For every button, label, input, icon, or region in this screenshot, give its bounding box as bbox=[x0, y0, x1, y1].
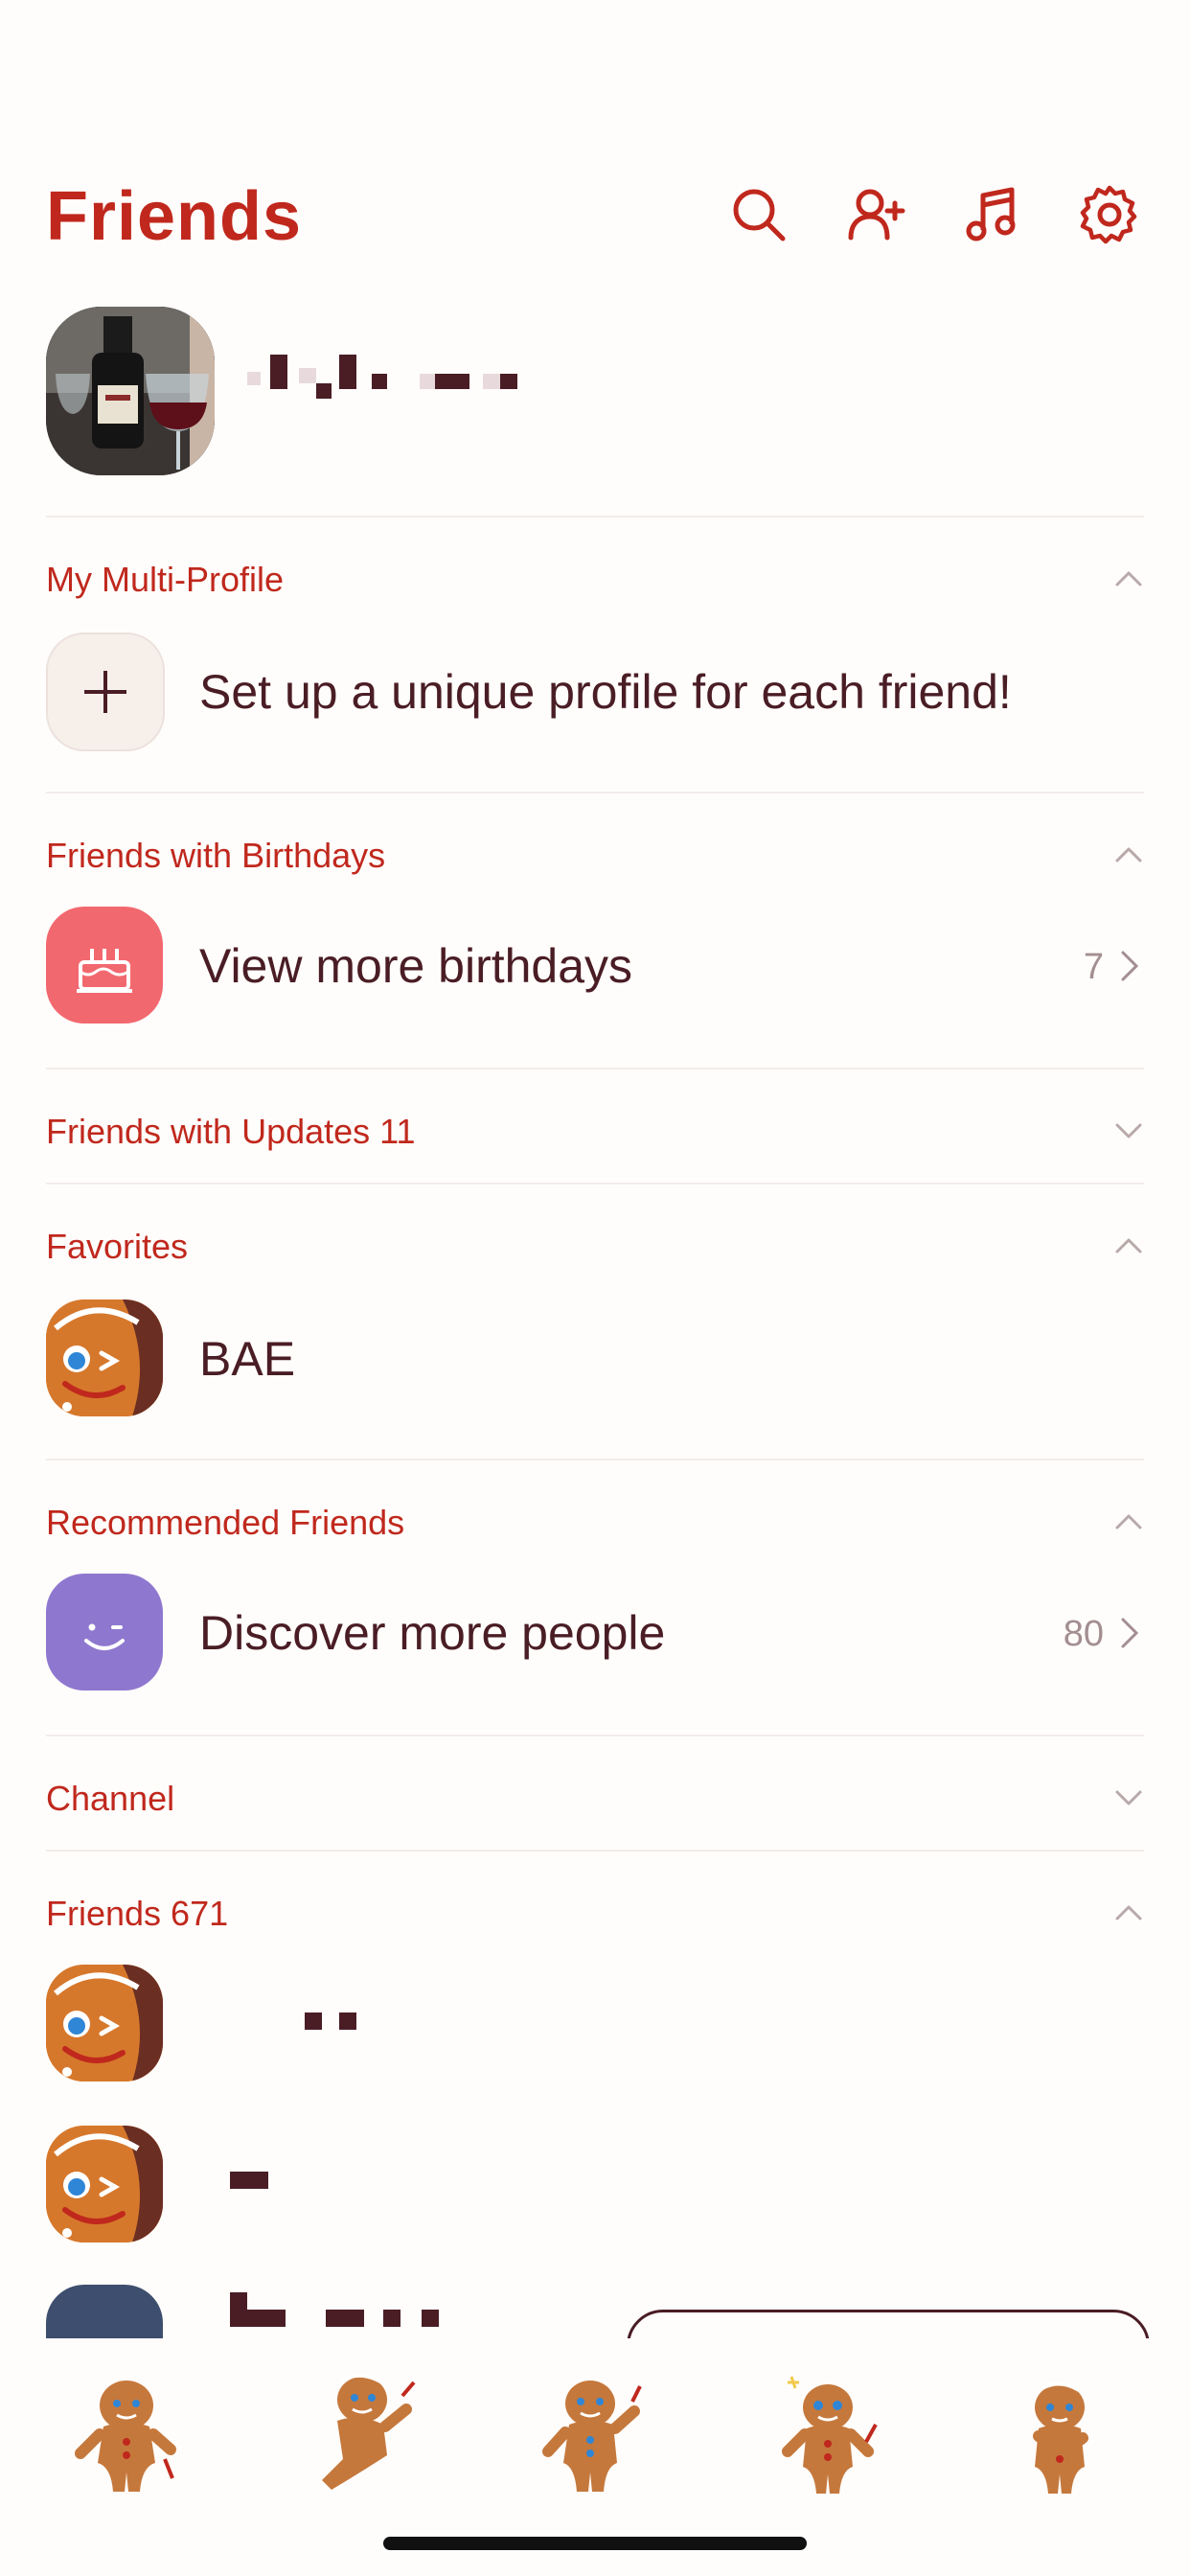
chevron-right-icon bbox=[1121, 951, 1139, 981]
friend-name-redacted bbox=[230, 2292, 517, 2331]
section-label: Favorites bbox=[46, 1227, 189, 1266]
divider bbox=[46, 1459, 1144, 1460]
section-label: Friends 671 bbox=[46, 1894, 229, 1933]
add-icon bbox=[46, 632, 165, 751]
multi-profile-setup-row[interactable]: Set up a unique profile for each friend! bbox=[46, 632, 1144, 751]
search-icon[interactable] bbox=[724, 180, 793, 249]
tab-chats[interactable] bbox=[303, 2367, 418, 2511]
add-friend-icon[interactable] bbox=[841, 180, 910, 249]
view-more-birthdays-text: View more birthdays bbox=[199, 939, 633, 993]
section-friends-with-birthdays[interactable]: Friends with Birthdays bbox=[46, 826, 1144, 884]
chevron-right-icon bbox=[1121, 1618, 1139, 1648]
section-label: Recommended Friends bbox=[46, 1503, 405, 1542]
favorite-friend-name: BAE bbox=[199, 1332, 296, 1386]
settings-icon[interactable] bbox=[1075, 180, 1144, 249]
chevron-down-icon[interactable] bbox=[1113, 1782, 1144, 1813]
friend-list-item[interactable] bbox=[46, 1965, 1144, 2083]
smiley-icon bbox=[46, 1574, 163, 1690]
header-actions bbox=[724, 180, 1144, 249]
page-title: Friends bbox=[46, 178, 303, 255]
chevron-up-icon[interactable] bbox=[1113, 1898, 1144, 1928]
divider bbox=[46, 1183, 1144, 1184]
multi-profile-setup-text: Set up a unique profile for each friend! bbox=[199, 665, 1012, 719]
section-channel[interactable]: Channel bbox=[46, 1769, 1144, 1827]
my-profile-row[interactable] bbox=[46, 307, 1144, 475]
section-label: Friends with Birthdays bbox=[46, 836, 386, 875]
chevron-up-icon[interactable] bbox=[1113, 564, 1144, 594]
friend-name-redacted bbox=[230, 2172, 287, 2191]
divider bbox=[46, 1850, 1144, 1852]
chevron-up-icon[interactable] bbox=[1113, 1506, 1144, 1537]
friend-avatar bbox=[46, 1965, 163, 2082]
home-indicator bbox=[383, 2537, 807, 2550]
view-more-birthdays-row[interactable]: View more birthdays 7 bbox=[46, 907, 1144, 1025]
chevron-down-icon[interactable] bbox=[1113, 1116, 1144, 1146]
section-my-multi-profile[interactable]: My Multi-Profile bbox=[46, 550, 1144, 608]
my-profile-avatar[interactable] bbox=[46, 307, 215, 475]
discover-more-people-text: Discover more people bbox=[199, 1606, 666, 1660]
birthdays-count: 7 bbox=[1083, 947, 1104, 987]
section-recommended-friends[interactable]: Recommended Friends bbox=[46, 1493, 1144, 1551]
section-label: My Multi-Profile bbox=[46, 560, 285, 599]
tab-shopping[interactable] bbox=[770, 2367, 885, 2511]
favorite-friend-row[interactable]: BAE bbox=[46, 1300, 1144, 1418]
section-label: Channel bbox=[46, 1779, 175, 1818]
friend-name-redacted bbox=[305, 2012, 362, 2032]
friend-avatar bbox=[46, 2285, 163, 2338]
tab-view[interactable] bbox=[537, 2367, 652, 2511]
section-label: Friends with Updates 11 bbox=[46, 1112, 416, 1151]
section-favorites[interactable]: Favorites bbox=[46, 1217, 1144, 1275]
friend-list-item[interactable] bbox=[46, 2126, 1144, 2244]
divider bbox=[46, 792, 1144, 794]
chevron-up-icon[interactable] bbox=[1113, 840, 1144, 870]
friend-avatar bbox=[46, 1300, 163, 1416]
section-friends[interactable]: Friends 671 bbox=[46, 1884, 1144, 1942]
discover-more-people-row[interactable]: Discover more people 80 bbox=[46, 1574, 1144, 1692]
divider bbox=[46, 516, 1144, 518]
chevron-up-icon[interactable] bbox=[1113, 1230, 1144, 1261]
divider bbox=[46, 1735, 1144, 1736]
recommended-count: 80 bbox=[1063, 1614, 1104, 1654]
header: Friends bbox=[46, 171, 1144, 263]
divider bbox=[46, 1068, 1144, 1070]
tab-more[interactable] bbox=[1004, 2367, 1119, 2511]
birthday-cake-icon bbox=[46, 907, 163, 1024]
music-icon[interactable] bbox=[958, 180, 1027, 249]
friend-avatar bbox=[46, 2126, 163, 2242]
tab-friends[interactable] bbox=[69, 2367, 184, 2511]
section-friends-with-updates[interactable]: Friends with Updates 11 bbox=[46, 1102, 1144, 1160]
